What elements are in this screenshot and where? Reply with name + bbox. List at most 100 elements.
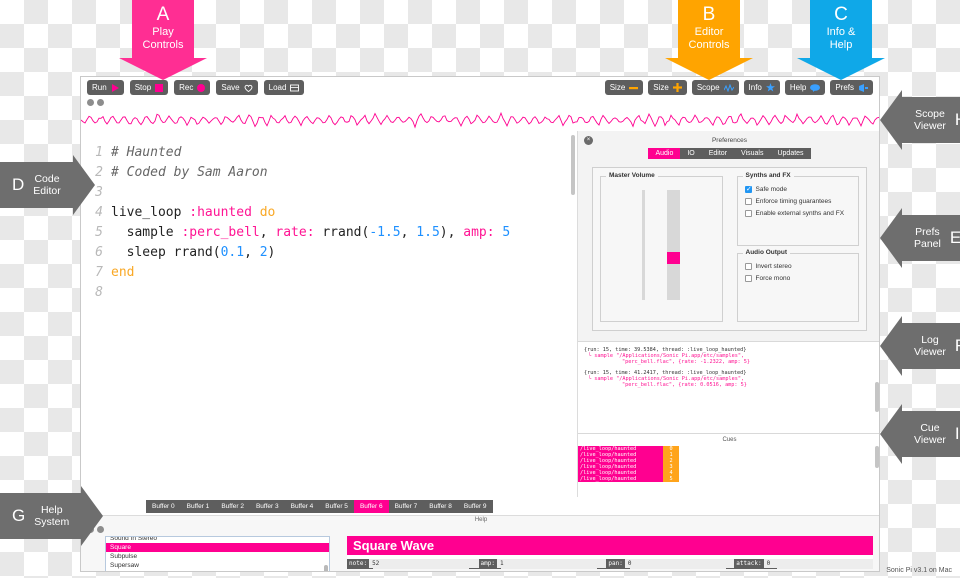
scope-button[interactable]: Scope (691, 80, 739, 95)
master-volume-slider[interactable] (608, 186, 715, 301)
help-list-box[interactable]: Sound In StereoSquareSubpulseSupersawTb3… (105, 536, 330, 571)
param-value: 0 (372, 568, 469, 569)
buffer-tab-buffer-9[interactable]: Buffer 9 (457, 499, 493, 513)
log-entry: {run: 15, time: 41.2417, thread: :live_l… (584, 370, 875, 388)
load-button[interactable]: Load (263, 80, 305, 95)
callout-a-tip (119, 58, 207, 80)
prefs-button[interactable]: Prefs (830, 80, 873, 95)
buffer-tab-buffer-6[interactable]: Buffer 6 (353, 499, 389, 513)
prefs-tab-editor[interactable]: Editor (701, 148, 735, 159)
prefs-tabs: Audio IO Editor Visuals Updates (578, 148, 879, 159)
checkbox-icon[interactable] (744, 210, 752, 217)
size-decrease-button[interactable]: Size (604, 80, 644, 95)
prefs-tab-audio[interactable]: Audio (648, 148, 681, 159)
help-list-item[interactable]: Square (106, 543, 329, 552)
buffer-tab-buffer-5[interactable]: Buffer 5 (319, 499, 354, 513)
synths-fx-option-enable-external-synths-and-fx[interactable]: Enable external synths and FX (744, 210, 852, 217)
callout-c-line1: Info & (826, 26, 856, 38)
param-row: note: 52 amp: 1 pan: 0 attack: 0 (347, 559, 873, 568)
checkbox-label: Enable external synths and FX (755, 210, 845, 217)
audio-output-option-force-mono[interactable]: Force mono (744, 274, 852, 282)
buffer-tab-buffer-4[interactable]: Buffer 4 (284, 499, 320, 513)
code-editor[interactable]: 1 # Haunted 2 # Coded by Sam Aaron 3 4 live_lo… (81, 131, 578, 497)
line-code: sample :perc_bell, rate: rrand(-1.5, 1.5… (111, 223, 511, 243)
run-button[interactable]: Run (87, 80, 124, 95)
prefs-tab-io[interactable]: IO (680, 148, 702, 159)
line-code: live_loop :haunted do (111, 203, 275, 223)
rec-button-label: Rec (179, 83, 194, 92)
param-key: attack: (734, 559, 764, 568)
cue-scrollbar[interactable] (875, 446, 879, 468)
audio-output-option-invert-stereo[interactable]: Invert stereo (744, 262, 852, 270)
callout-i-line2: Viewer (914, 434, 946, 446)
help-list-item[interactable]: Supersaw (106, 561, 329, 570)
sonic-pi-window: Run Stop Rec Save Load Size Size Scope I… (80, 76, 880, 572)
checkbox-icon[interactable] (744, 198, 752, 205)
param-key: release: (597, 568, 631, 569)
prefs-tab-updates[interactable]: Updates (770, 148, 811, 159)
callout-h-body: Scope Viewer H (902, 97, 960, 143)
code-token: ) (267, 245, 276, 260)
help-button[interactable]: Help (784, 80, 826, 95)
callout-e-line1: Prefs (915, 226, 940, 238)
checkbox-icon[interactable] (744, 274, 752, 282)
param-key: note: (347, 559, 370, 568)
waveform-icon (81, 111, 879, 129)
help-list-item[interactable]: Sound In Stereo (106, 537, 329, 543)
cue-viewer: Cues /live_loop/haunted 0/live_loop/haunt… (578, 434, 879, 497)
buffer-tab-buffer-2[interactable]: Buffer 2 (215, 499, 250, 513)
line-number: 7 (95, 265, 103, 280)
code-token: ), (439, 225, 464, 240)
synths-audio-column: Synths and FX Safe mode Enforce timing gu… (730, 168, 867, 330)
checkbox-icon[interactable] (744, 185, 752, 194)
help-list-item[interactable]: Tb303 (106, 570, 329, 571)
master-volume-label: Master Volume (606, 172, 658, 179)
stop-button[interactable]: Stop (129, 80, 169, 95)
help-list-scrollbar[interactable] (324, 565, 328, 571)
code-line: 1 # Haunted (81, 143, 577, 163)
right-column: × Preferences Audio IO Editor Visuals Update… (578, 131, 879, 497)
buffer-tab-buffer-8[interactable]: Buffer 8 (423, 499, 458, 513)
help-system: Help Sound In Stereo Square Subpulse Supers… (81, 515, 879, 571)
prefs-close-icon[interactable]: × (584, 136, 593, 145)
callout-d-tip (72, 155, 95, 215)
synths-fx-option-safe-mode[interactable]: Safe mode (744, 185, 852, 194)
callout-i-body: Cue Viewer I (902, 411, 960, 457)
callout-a-letter: A (156, 4, 170, 25)
toolbar-left-group: Run Stop Rec Save Load (87, 80, 305, 95)
help-list-item[interactable]: Subpulse (106, 552, 329, 561)
log-entry: {run: 15, time: 39.5384, thread: :live_l… (584, 347, 875, 365)
buffer-tab-buffer-3[interactable]: Buffer 3 (249, 499, 285, 513)
checkbox-label: Invert stereo (755, 262, 792, 270)
prefs-button-label: Prefs (835, 83, 854, 92)
buffer-tab-buffer-7[interactable]: Buffer 7 (388, 499, 424, 513)
prefs-tab-visuals[interactable]: Visuals (734, 148, 771, 159)
callout-a-line2: Controls (142, 39, 184, 51)
checkbox-icon[interactable] (744, 262, 752, 270)
code-line: 3 (81, 183, 577, 203)
save-button[interactable]: Save (216, 80, 258, 95)
info-button[interactable]: Info (743, 80, 780, 95)
callout-e-letter: E (949, 228, 960, 247)
cue-row[interactable]: /live_loop/haunted 5 (578, 476, 879, 482)
buffer-tab-buffer-1[interactable]: Buffer 1 (180, 499, 216, 513)
record-icon (197, 83, 206, 92)
param-value: 52 (369, 559, 479, 568)
param-value: 1 (496, 559, 607, 568)
buffer-tab-buffer-0[interactable]: Buffer 0 (146, 499, 181, 513)
log-scrollbar[interactable] (875, 382, 879, 412)
size-increase-button[interactable]: Size (648, 80, 687, 95)
volume-knob[interactable] (667, 251, 681, 264)
rec-button[interactable]: Rec (174, 80, 211, 95)
callout-i-text: Cue Viewer (914, 422, 946, 446)
size-decrease-label: Size (609, 83, 626, 92)
param-row: decay:0sustain:0release:1attack_level:1 (347, 568, 873, 569)
synths-fx-option-enforce-timing-guarantees[interactable]: Enforce timing guarantees (744, 198, 852, 205)
volume-track-right[interactable] (667, 190, 681, 301)
log-viewer: {run: 15, time: 39.5384, thread: :live_l… (578, 342, 879, 434)
editor-scrollbar[interactable] (571, 135, 575, 195)
synths-fx-label: Synths and FX (742, 172, 794, 179)
param-value: 1 (777, 568, 873, 569)
callout-f-body: Log Viewer F (902, 323, 960, 369)
scope-button-label: Scope (696, 83, 720, 92)
